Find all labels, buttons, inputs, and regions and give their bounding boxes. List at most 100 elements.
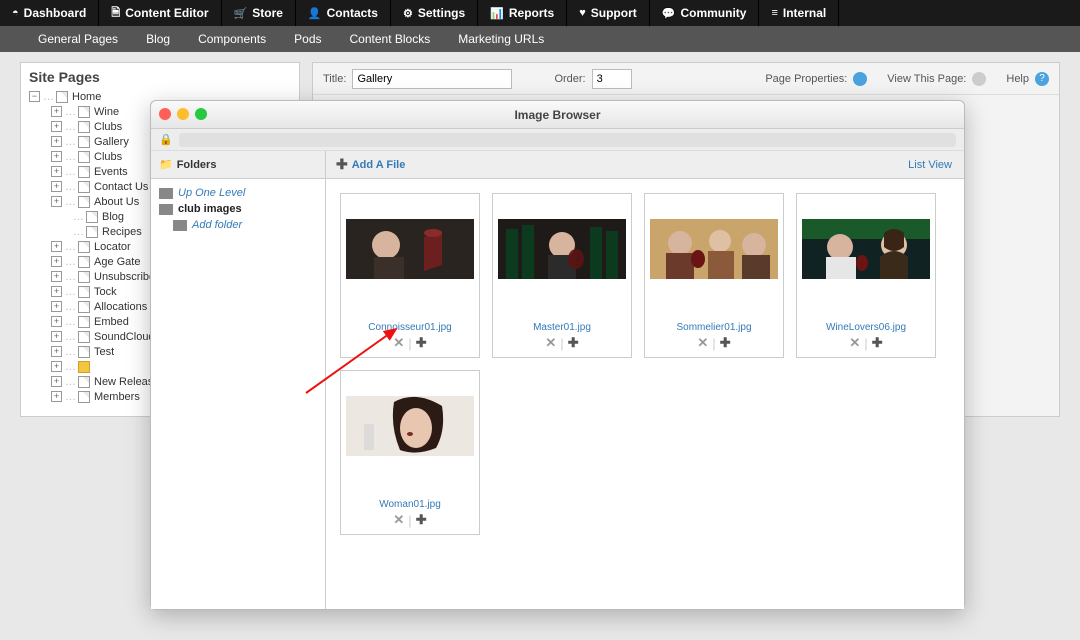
nav-community[interactable]: 💬Community [650, 0, 760, 26]
modal-address-bar: 🔒 [151, 129, 964, 151]
image-tile[interactable]: Sommelier01.jpg ✕|✚ [644, 193, 784, 358]
delete-icon[interactable]: ✕ [393, 335, 404, 351]
expand-icon[interactable]: + [51, 166, 62, 177]
modal-title: Image Browser [514, 108, 600, 122]
expand-icon[interactable]: + [51, 196, 62, 207]
window-controls [159, 108, 207, 120]
view-page-icon[interactable] [972, 72, 986, 86]
nav-store[interactable]: 🛒Store [222, 0, 296, 26]
nav-contacts[interactable]: 👤Contacts [296, 0, 391, 26]
expand-icon[interactable]: + [51, 361, 62, 372]
expand-icon[interactable]: + [51, 106, 62, 117]
subnav-blog[interactable]: Blog [132, 26, 184, 52]
page-icon [78, 346, 90, 358]
image-thumbnail[interactable] [346, 200, 474, 298]
nav-dashboard[interactable]: ◓Dashboard [0, 0, 99, 26]
add-icon[interactable]: ✚ [720, 335, 731, 351]
url-field[interactable] [179, 133, 956, 147]
delete-icon[interactable]: ✕ [697, 335, 708, 351]
folder-icon: 📁 [159, 158, 173, 171]
cloud-icon: ◓ [12, 7, 19, 19]
page-icon [78, 316, 90, 328]
image-filename[interactable]: Woman01.jpg [379, 499, 441, 510]
image-thumbnail[interactable] [802, 200, 930, 298]
minimize-icon[interactable] [177, 108, 189, 120]
maximize-icon[interactable] [195, 108, 207, 120]
nav-settings[interactable]: ⚙Settings [391, 0, 478, 26]
help-icon[interactable]: ? [1035, 72, 1049, 86]
image-thumbnail[interactable] [346, 377, 474, 475]
delete-icon[interactable]: ✕ [545, 335, 556, 351]
cart-icon: 🛒 [234, 7, 248, 20]
subnav-marketing-urls[interactable]: Marketing URLs [444, 26, 558, 52]
expand-icon[interactable]: + [51, 346, 62, 357]
expand-icon[interactable]: + [51, 181, 62, 192]
expand-icon[interactable]: + [51, 316, 62, 327]
folder-add[interactable]: Add folder [159, 217, 317, 233]
image-thumbnail[interactable] [650, 200, 778, 298]
image-tile[interactable]: Woman01.jpg ✕|✚ [340, 370, 480, 535]
modal-titlebar[interactable]: Image Browser [151, 101, 964, 129]
view-this-page-link[interactable]: View This Page: [887, 73, 966, 85]
add-icon[interactable]: ✚ [872, 335, 883, 351]
delete-icon[interactable]: ✕ [393, 512, 404, 528]
order-input[interactable] [592, 69, 632, 89]
page-properties-link[interactable]: Page Properties: [765, 73, 847, 85]
page-icon [78, 166, 90, 178]
image-tile[interactable]: Master01.jpg ✕|✚ [492, 193, 632, 358]
nav-internal[interactable]: ≡Internal [759, 0, 839, 26]
page-icon [86, 211, 98, 223]
add-icon[interactable]: ✚ [568, 335, 579, 351]
add-icon[interactable]: ✚ [416, 512, 427, 528]
close-icon[interactable] [159, 108, 171, 120]
expand-icon[interactable]: + [51, 271, 62, 282]
expand-icon[interactable]: + [51, 301, 62, 312]
image-filename[interactable]: Master01.jpg [533, 322, 591, 333]
subnav-general-pages[interactable]: General Pages [24, 26, 132, 52]
subnav-pods[interactable]: Pods [280, 26, 335, 52]
expand-icon[interactable]: + [51, 121, 62, 132]
sub-nav: General Pages Blog Components Pods Conte… [0, 26, 1080, 52]
expand-icon[interactable]: + [51, 241, 62, 252]
image-filename[interactable]: Sommelier01.jpg [676, 322, 751, 333]
delete-icon[interactable]: ✕ [849, 335, 860, 351]
page-icon [78, 331, 90, 343]
expand-icon[interactable]: + [51, 391, 62, 402]
add-file-button[interactable]: ✚Add A File [326, 156, 415, 173]
image-filename[interactable]: Connoisseur01.jpg [368, 322, 451, 333]
list-view-link[interactable]: List View [896, 159, 964, 171]
title-input[interactable] [352, 69, 512, 89]
subnav-components[interactable]: Components [184, 26, 280, 52]
expand-icon[interactable]: + [51, 256, 62, 267]
folder-up-one-level[interactable]: Up One Level [159, 185, 317, 201]
page-icon [78, 241, 90, 253]
page-icon [78, 181, 90, 193]
image-tile[interactable]: WineLovers06.jpg ✕|✚ [796, 193, 936, 358]
image-tile[interactable]: Connoisseur01.jpg ✕|✚ [340, 193, 480, 358]
help-link[interactable]: Help [1006, 73, 1029, 85]
nav-content-editor[interactable]: 🗎Content Editor [99, 0, 221, 26]
image-filename[interactable]: WineLovers06.jpg [826, 322, 906, 333]
folder-add-icon [173, 220, 187, 231]
page-icon [78, 271, 90, 283]
lock-icon: 🔒 [159, 133, 173, 146]
folder-current[interactable]: club images [159, 201, 317, 217]
expand-icon[interactable]: + [51, 136, 62, 147]
page-icon [78, 136, 90, 148]
expand-icon[interactable]: + [51, 331, 62, 342]
subnav-content-blocks[interactable]: Content Blocks [336, 26, 445, 52]
expand-icon[interactable]: + [51, 151, 62, 162]
image-thumbnail[interactable] [498, 200, 626, 298]
content-toolbar: Title: Order: Page Properties: View This… [313, 63, 1059, 95]
lock-icon [78, 361, 90, 373]
expand-icon[interactable]: + [51, 286, 62, 297]
page-properties-icon[interactable] [853, 72, 867, 86]
page-icon [78, 151, 90, 163]
expand-icon[interactable]: + [51, 376, 62, 387]
collapse-icon[interactable]: − [29, 91, 40, 102]
add-icon[interactable]: ✚ [416, 335, 427, 351]
page-icon [78, 196, 90, 208]
nav-reports[interactable]: 📊Reports [478, 0, 567, 26]
chart-icon: 📊 [490, 7, 504, 20]
nav-support[interactable]: ♥Support [567, 0, 650, 26]
